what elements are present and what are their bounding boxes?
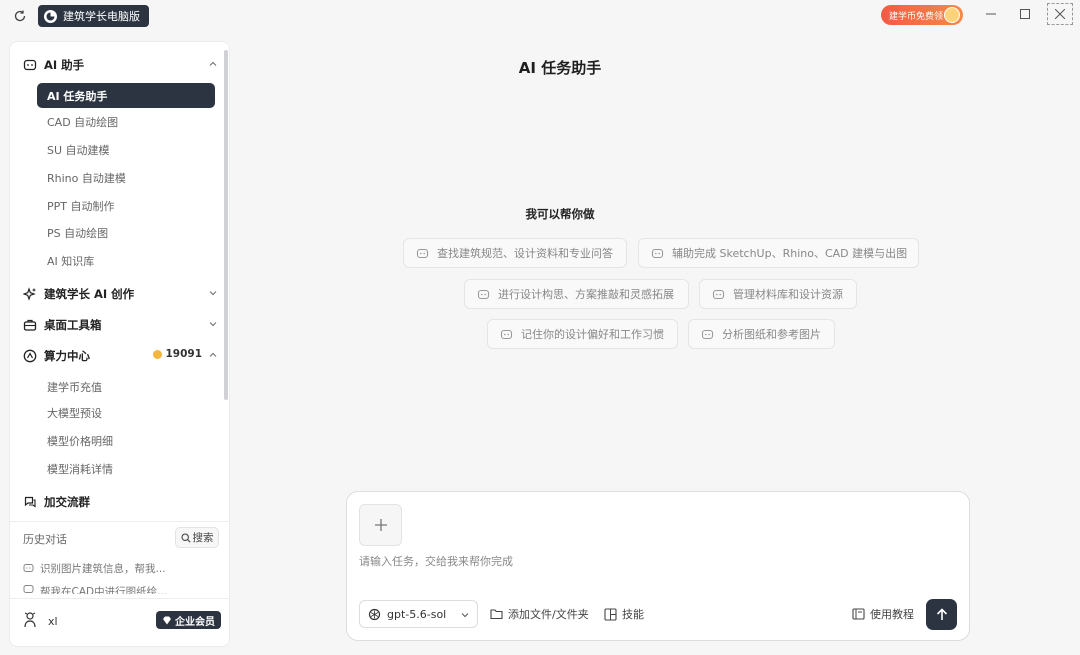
close-icon	[1055, 9, 1065, 19]
suggestion-chip[interactable]: 辅助完成 SketchUp、Rhino、CAD 建模与出图	[638, 238, 919, 268]
chat-icon	[23, 495, 37, 509]
sidebar-item-recharge[interactable]: 建学币充值	[37, 374, 215, 399]
minimize-button[interactable]	[978, 3, 1004, 25]
refresh-icon	[14, 10, 26, 22]
arrow-up-icon	[936, 608, 947, 620]
search-icon	[180, 532, 191, 543]
section-compute-center[interactable]: 算力中心 19091	[23, 345, 218, 367]
toolbox-icon	[23, 318, 37, 332]
model-select[interactable]: gpt-5.6-sol	[359, 600, 478, 628]
divider	[10, 521, 229, 522]
minimize-icon	[986, 13, 996, 15]
diamond-icon	[163, 616, 171, 624]
chevron-down-icon	[209, 322, 217, 327]
task-input[interactable]	[359, 552, 949, 570]
suggestion-chip[interactable]: 进行设计构思、方案推敲和灵感拓展	[464, 279, 689, 309]
history-item[interactable]: 帮我在CAD中进行图纸绘...	[23, 584, 167, 594]
chat-bubble-icon	[23, 563, 34, 572]
sidebar-item-model-presets[interactable]: 大模型预设	[37, 400, 215, 425]
add-files-button[interactable]: 添加文件/文件夹	[490, 606, 589, 622]
plus-icon	[374, 519, 387, 531]
refresh-button[interactable]	[8, 5, 32, 27]
suggestion-chip[interactable]: 分析图纸和参考图片	[688, 319, 835, 349]
section-label: 加交流群	[44, 495, 90, 509]
section-ai-creation[interactable]: 建筑学长 AI 创作	[23, 283, 218, 305]
sidebar-scrollbar[interactable]	[224, 50, 228, 400]
bot-icon	[500, 328, 513, 341]
membership-badge[interactable]: 企业会员	[156, 611, 221, 629]
skills-button[interactable]: 技能	[604, 606, 644, 622]
bot-icon	[23, 58, 37, 72]
section-label: AI 助手	[44, 58, 85, 72]
chevron-down-icon	[209, 291, 217, 296]
close-button[interactable]	[1047, 3, 1073, 25]
user-row[interactable]: xl 企业会员	[23, 610, 221, 632]
sidebar-item-su[interactable]: SU 自动建模	[37, 137, 215, 162]
user-name: xl	[48, 614, 58, 628]
section-label: 桌面工具箱	[44, 318, 102, 332]
app-logo-icon	[44, 9, 57, 23]
section-ai-assistant[interactable]: AI 助手	[23, 54, 218, 76]
suggestion-chip[interactable]: 记住你的设计偏好和工作习惯	[487, 319, 678, 349]
page-title: AI 任务助手	[518, 59, 602, 77]
sidebar-item-ppt[interactable]: PPT 自动制作	[37, 193, 215, 218]
bot-icon	[416, 247, 429, 260]
section-join-group[interactable]: 加交流群	[23, 491, 218, 513]
compass-icon	[23, 349, 37, 363]
bot-icon	[477, 288, 490, 301]
chevron-up-icon	[209, 61, 217, 66]
gift-icon	[944, 7, 960, 23]
sidebar-item-cad[interactable]: CAD 自动绘图	[37, 109, 215, 134]
promo-banner[interactable]: 建学币免费领	[881, 5, 963, 25]
sparkle-icon	[23, 287, 37, 301]
title-bar: 建筑学长电脑版 建学币免费领	[0, 0, 1080, 32]
book-icon	[852, 608, 865, 620]
app-name: 建筑学长电脑版	[63, 10, 140, 23]
openai-icon	[368, 608, 381, 620]
folder-icon	[490, 609, 503, 620]
divider	[10, 598, 229, 599]
maximize-icon	[1020, 9, 1030, 19]
help-title: 我可以帮你做	[525, 207, 595, 221]
sidebar: AI 助手 AI 任务助手 CAD 自动绘图 SU 自动建模 Rhino 自动建…	[9, 41, 230, 647]
sidebar-item-model-usage[interactable]: 模型消耗详情	[37, 456, 215, 481]
history-title: 历史对话	[23, 533, 67, 546]
attach-button[interactable]	[359, 504, 402, 546]
app-name-badge[interactable]: 建筑学长电脑版	[38, 5, 149, 27]
suggestion-chip[interactable]: 查找建筑规范、设计资料和专业问答	[403, 238, 627, 268]
section-label: 建筑学长 AI 创作	[44, 287, 135, 301]
sidebar-item-ai-task-assistant[interactable]: AI 任务助手	[37, 83, 215, 108]
history-item[interactable]: 识别图片建筑信息，帮我...	[23, 559, 166, 577]
avatar	[23, 611, 37, 631]
chevron-up-icon	[209, 352, 217, 357]
suggestion-chip[interactable]: 管理材料库和设计资源	[699, 279, 857, 309]
maximize-button[interactable]	[1012, 3, 1038, 25]
bot-icon	[712, 288, 725, 301]
sidebar-item-rhino[interactable]: Rhino 自动建模	[37, 165, 215, 190]
layout-icon	[604, 607, 617, 621]
history-search-button[interactable]: 搜索	[175, 527, 219, 548]
coin-icon	[153, 349, 163, 359]
tutorial-button[interactable]: 使用教程	[852, 606, 914, 622]
sidebar-item-knowledge-base[interactable]: AI 知识库	[37, 248, 215, 273]
task-composer: gpt-5.6-sol 添加文件/文件夹 技能 使用教程	[346, 491, 970, 641]
chat-bubble-icon	[23, 585, 34, 593]
send-button[interactable]	[926, 599, 957, 630]
promo-label: 建学币免费领	[889, 11, 944, 22]
section-label: 算力中心	[44, 349, 90, 363]
section-desktop-toolbox[interactable]: 桌面工具箱	[23, 314, 218, 336]
sidebar-item-model-pricing[interactable]: 模型价格明细	[37, 428, 215, 453]
sidebar-item-ps[interactable]: PS 自动绘图	[37, 220, 215, 245]
bot-icon	[701, 328, 714, 341]
chevron-down-icon	[461, 613, 469, 618]
bot-icon	[651, 247, 664, 260]
coin-balance: 19091	[153, 348, 202, 360]
